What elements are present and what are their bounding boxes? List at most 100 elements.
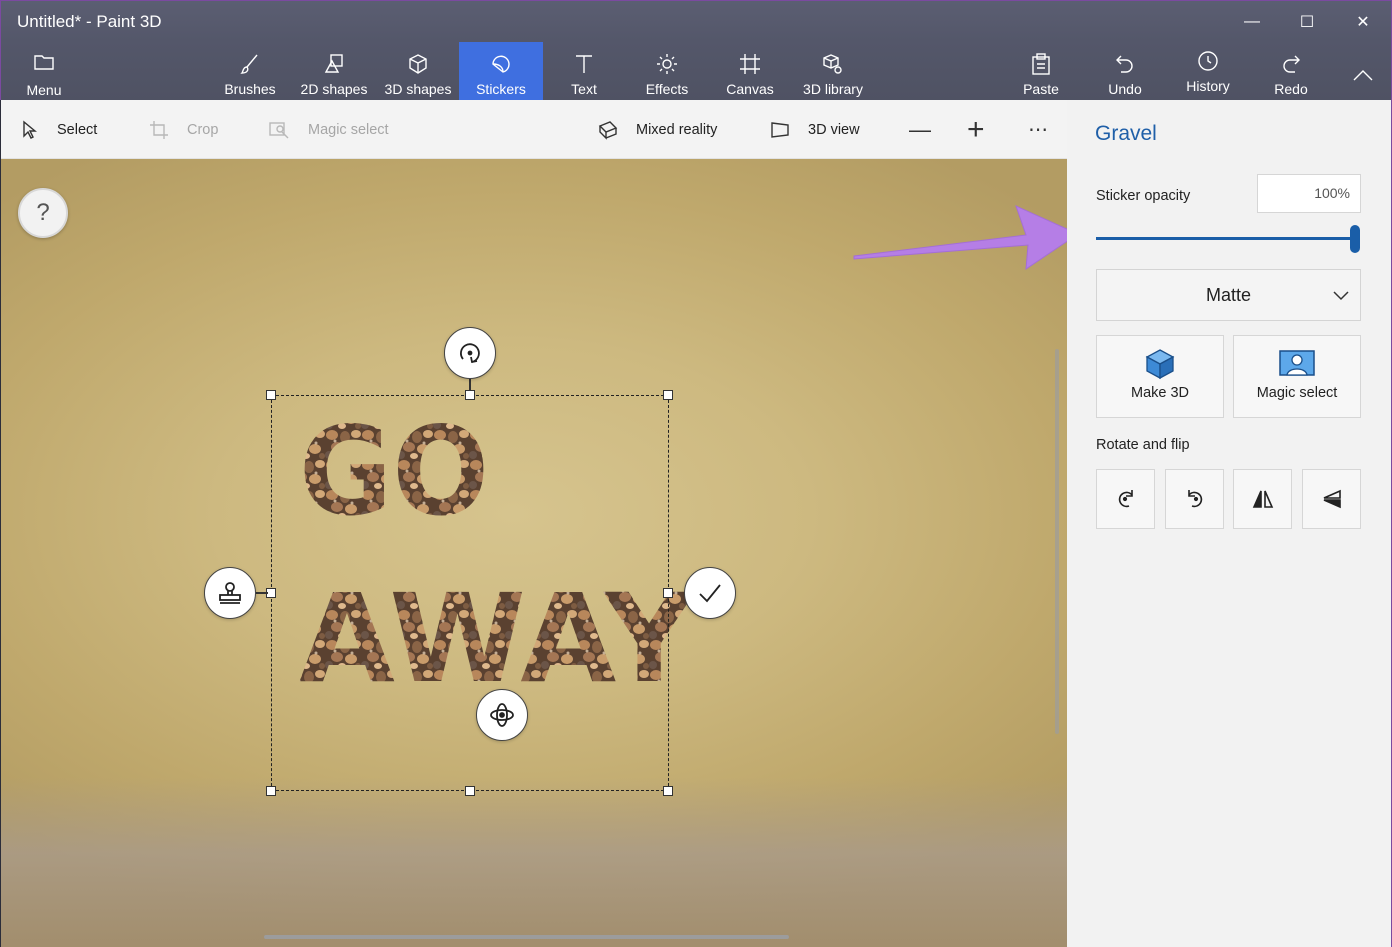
redo-icon <box>1279 50 1303 78</box>
history-button[interactable]: History <box>1177 42 1239 101</box>
chevron-down-icon <box>1332 286 1350 309</box>
orbit-icon <box>490 703 514 727</box>
opacity-slider-track[interactable] <box>1096 237 1354 240</box>
clipboard-icon <box>1030 50 1052 78</box>
panel-title: Gravel <box>1095 122 1157 145</box>
magic-select-toolbar-button[interactable]: Magic select <box>268 100 389 159</box>
cursor-arrow-icon <box>23 120 37 139</box>
magic-select-icon <box>269 121 289 138</box>
menu-button[interactable]: Menu <box>13 44 75 103</box>
3d-rotate-handle[interactable] <box>476 689 528 741</box>
commit-checkmark-button[interactable] <box>684 567 736 619</box>
tool-stickers[interactable]: Stickers <box>459 42 543 101</box>
horizontal-scrollbar[interactable] <box>264 935 789 939</box>
redo-button[interactable]: Redo <box>1263 42 1319 101</box>
crop-icon <box>150 120 168 139</box>
cube-icon <box>406 50 430 78</box>
mixed-reality-icon <box>598 120 618 140</box>
flip-vertical-button[interactable] <box>1302 469 1361 529</box>
resize-handle-top-right[interactable] <box>663 390 673 400</box>
tool-label: Brushes <box>224 81 276 97</box>
sun-icon <box>655 50 679 78</box>
resize-handle-top-left[interactable] <box>266 390 276 400</box>
tool-3d-library[interactable]: 3D library <box>796 42 870 101</box>
resize-handle-bottom-right[interactable] <box>663 786 673 796</box>
2d-shapes-icon <box>322 50 346 78</box>
tool-label: Stickers <box>476 81 526 97</box>
zoom-out-button[interactable]: — <box>909 100 931 159</box>
crop-button[interactable]: Crop <box>149 100 218 159</box>
opacity-slider-thumb[interactable] <box>1350 225 1360 253</box>
finish-value: Matte <box>1205 284 1252 305</box>
rotate-and-flip-label: Rotate and flip <box>1096 437 1190 453</box>
tool-label: Text <box>571 81 597 97</box>
tool-label: 3D shapes <box>384 81 452 97</box>
tool-effects[interactable]: Effects <box>637 42 697 101</box>
chevron-up-icon <box>1352 61 1374 89</box>
magic-select-panel-label: Magic select <box>1256 385 1338 401</box>
magic-select-label: Magic select <box>308 121 389 138</box>
resize-handle-bottom[interactable] <box>465 786 475 796</box>
flip-horizontal-button[interactable] <box>1233 469 1292 529</box>
tool-3d-shapes[interactable]: 3D shapes <box>379 42 457 101</box>
resize-handle-bottom-left[interactable] <box>266 786 276 796</box>
stamp-stem <box>255 592 268 594</box>
3d-view-button[interactable]: 3D view <box>770 100 860 159</box>
magic-select-panel-button[interactable]: Magic select <box>1233 335 1361 418</box>
crop-label: Crop <box>187 121 219 138</box>
more-options-button[interactable]: ⋯ <box>1028 100 1048 159</box>
rotate-right-icon <box>1187 490 1202 508</box>
minimize-button[interactable]: — <box>1229 7 1275 37</box>
maximize-button[interactable]: ☐ <box>1284 7 1330 37</box>
mixed-reality-label: Mixed reality <box>636 121 718 138</box>
blue-cube-icon <box>1144 348 1176 380</box>
make-3d-label: Make 3D <box>1130 385 1190 401</box>
tool-2d-shapes[interactable]: 2D shapes <box>296 42 372 101</box>
title-ribbon-bar: Untitled* - Paint 3D — ☐ ✕ Menu Brushes … <box>0 0 1392 103</box>
menu-label: Menu <box>26 82 62 98</box>
rotate-left-icon <box>1118 490 1133 508</box>
3d-library-icon <box>821 50 845 78</box>
tool-label: Effects <box>645 81 689 97</box>
tool-label: 2D shapes <box>300 81 368 97</box>
vertical-scrollbar[interactable] <box>1055 349 1059 734</box>
select-button[interactable]: Select <box>21 100 97 159</box>
rotate-left-button[interactable] <box>1096 469 1155 529</box>
canvas-floor-shade <box>1 777 1067 947</box>
make-3d-button[interactable]: Make 3D <box>1096 335 1224 418</box>
close-button[interactable]: ✕ <box>1340 7 1386 37</box>
folder-icon <box>33 48 55 76</box>
mixed-reality-button[interactable]: Mixed reality <box>598 100 717 159</box>
tool-canvas[interactable]: Canvas <box>719 42 781 101</box>
canvas-icon <box>738 50 762 78</box>
flip-horizontal-icon <box>1252 490 1273 508</box>
stamp-icon <box>219 582 241 604</box>
tool-label: Canvas <box>726 81 774 97</box>
resize-handle-right[interactable] <box>663 588 673 598</box>
undo-icon <box>1113 50 1137 78</box>
tool-label: 3D library <box>803 81 863 97</box>
tool-text[interactable]: Text <box>554 42 614 101</box>
checkmark-icon <box>699 584 721 603</box>
history-icon <box>1196 47 1220 75</box>
finish-dropdown[interactable]: Matte <box>1096 269 1361 321</box>
text-icon <box>572 50 596 78</box>
undo-label: Undo <box>1108 81 1142 97</box>
window-title: Untitled* - Paint 3D <box>17 12 162 31</box>
magic-select-portrait-icon <box>1278 348 1316 380</box>
brush-icon <box>238 50 262 78</box>
resize-handle-top[interactable] <box>465 390 475 400</box>
select-label: Select <box>57 121 98 138</box>
help-button[interactable]: ? <box>18 188 68 238</box>
paste-button[interactable]: Paste <box>1013 42 1069 101</box>
rotate-handle[interactable] <box>444 327 496 379</box>
paste-label: Paste <box>1023 81 1059 97</box>
stamp-button[interactable] <box>204 567 256 619</box>
sticker-opacity-field[interactable]: 100% <box>1257 174 1361 213</box>
undo-button[interactable]: Undo <box>1097 42 1153 101</box>
zoom-in-button[interactable]: + <box>967 100 985 159</box>
sticker-selection-box[interactable] <box>271 395 669 791</box>
sub-toolbar: Select Crop Magic select Mixed reality 3… <box>1 100 1067 159</box>
tool-brushes[interactable]: Brushes <box>213 42 287 101</box>
rotate-right-button[interactable] <box>1165 469 1224 529</box>
